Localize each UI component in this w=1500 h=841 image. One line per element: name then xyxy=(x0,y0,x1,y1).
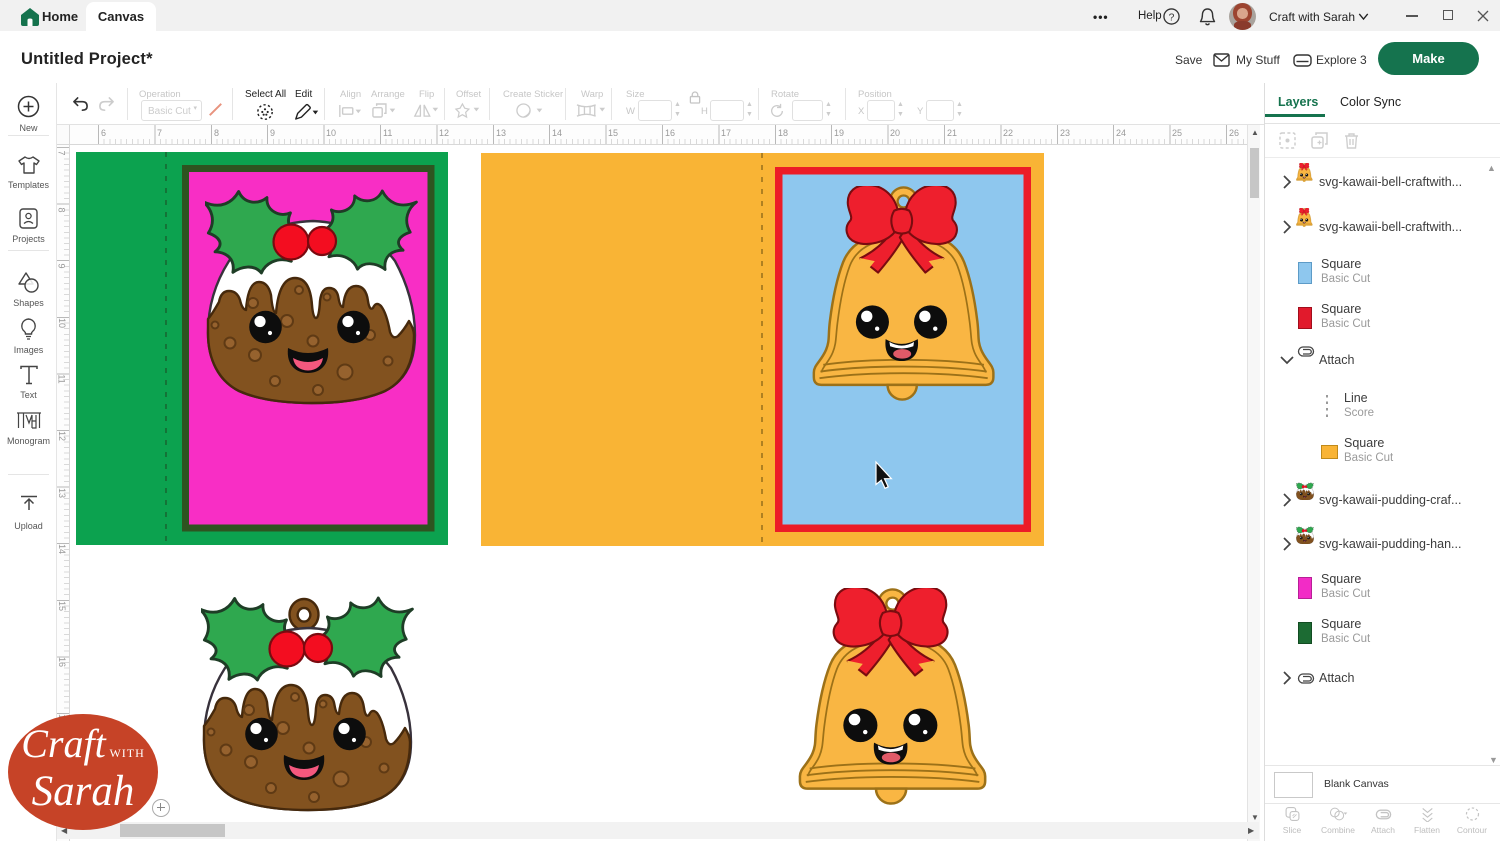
svg-text:?: ? xyxy=(1169,12,1175,23)
